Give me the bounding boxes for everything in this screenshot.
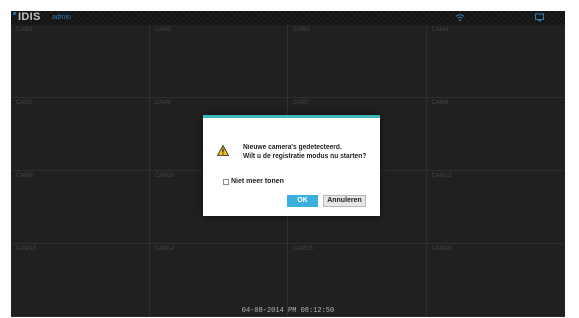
dont-show-again-checkbox[interactable]: [223, 178, 229, 185]
new-camera-dialog: Nieuwe camera's gedetecteerd. Wilt u de …: [203, 115, 380, 216]
dialog-message: Nieuwe camera's gedetecteerd. Wilt u de …: [243, 143, 366, 161]
warning-icon: [217, 145, 229, 156]
dialog-message-line1: Nieuwe camera's gedetecteerd.: [243, 144, 342, 151]
dont-show-again-option[interactable]: Niet meer tonen: [223, 178, 284, 185]
dvr-screen: IDIS admin CAM1 CAM2 CAM3 CAM4 CAM5 CAM6 CAM7 C…: [11, 11, 565, 317]
dont-show-again-label: Niet meer tonen: [231, 178, 284, 185]
dialog-message-line2: Wilt u de registratie modus nu starten?: [243, 153, 367, 160]
cancel-button[interactable]: Annuleren: [323, 195, 366, 207]
ok-button[interactable]: OK: [287, 195, 318, 207]
